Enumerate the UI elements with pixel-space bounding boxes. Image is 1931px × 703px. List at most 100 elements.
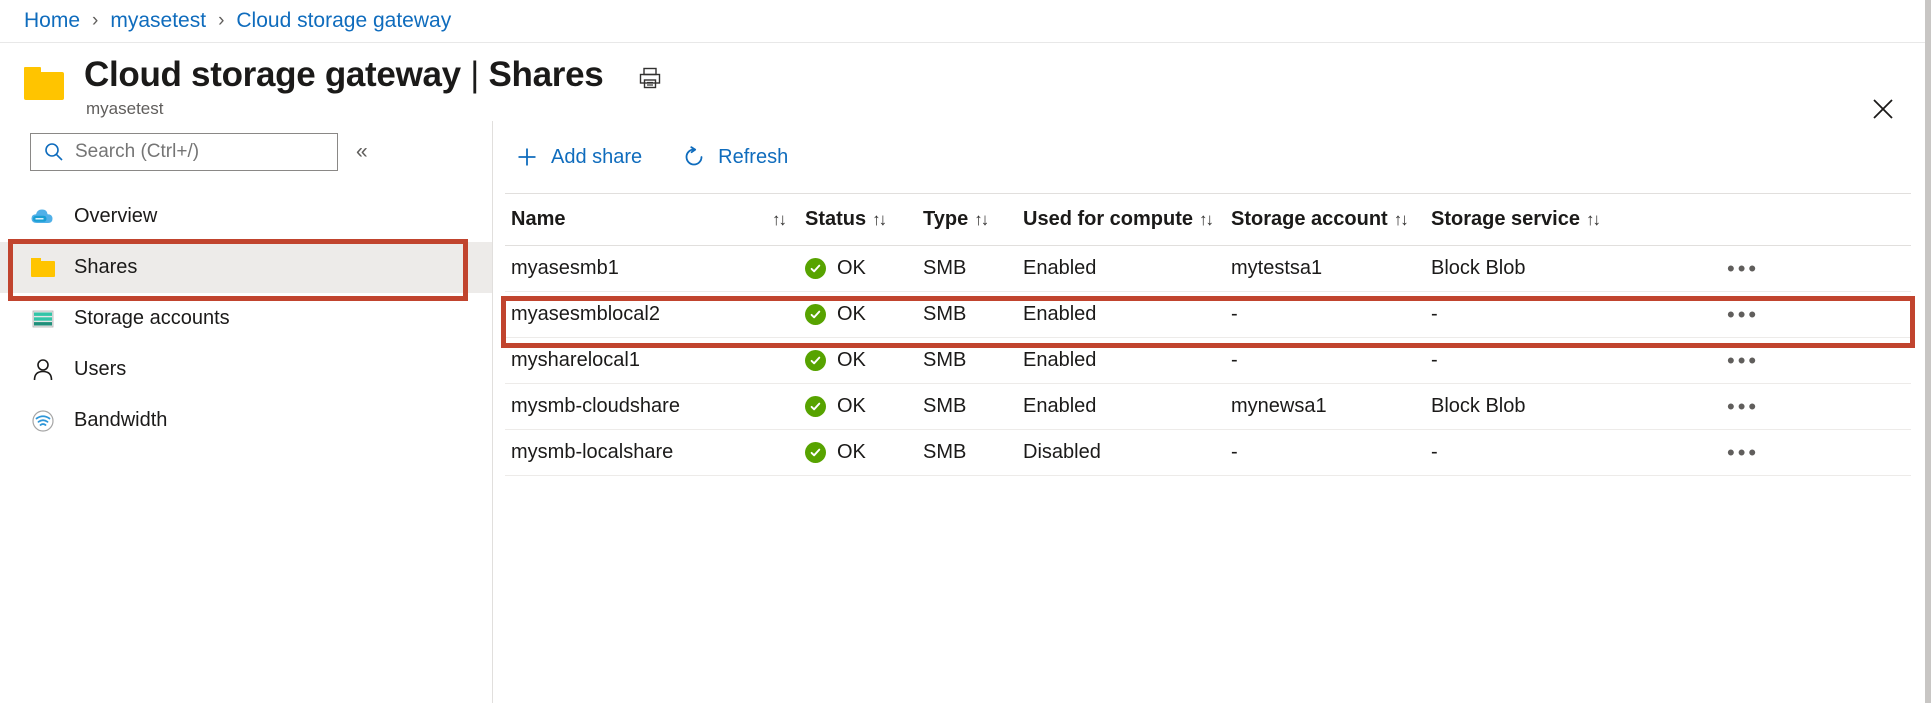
status-label: OK: [837, 303, 866, 326]
storage-account-icon: [30, 306, 56, 332]
column-header-storage-service[interactable]: Storage service ↑↓: [1431, 208, 1661, 231]
column-header-storage-account[interactable]: Storage account ↑↓: [1231, 208, 1431, 231]
cell-storage-account: mynewsa1: [1231, 395, 1431, 418]
sidebar-item-label: Overview: [74, 205, 157, 228]
check-circle-icon: [805, 442, 826, 463]
sidebar-item-label: Users: [74, 358, 126, 381]
sort-arrows-icon: ↑↓: [1199, 210, 1212, 230]
cell-name: mysmb-cloudshare: [505, 395, 805, 418]
sidebar-item-label: Storage accounts: [74, 307, 230, 330]
search-icon: [43, 141, 65, 163]
search-input[interactable]: [75, 141, 315, 163]
sidebar-item-users[interactable]: Users: [0, 344, 492, 395]
sidebar-item-bandwidth[interactable]: Bandwidth: [0, 395, 492, 446]
page-subtitle: myasetest: [86, 99, 663, 119]
cell-used-for-compute: Enabled: [1023, 349, 1231, 372]
column-header-name[interactable]: Name ↑↓: [505, 208, 805, 231]
refresh-label: Refresh: [718, 146, 788, 169]
cell-used-for-compute: Disabled: [1023, 441, 1231, 464]
cell-name: mysharelocal1: [505, 349, 805, 372]
column-header-label: Name: [511, 208, 565, 231]
content-pane: Add share Refresh Name ↑↓: [493, 121, 1931, 703]
check-circle-icon: [805, 304, 826, 325]
add-share-label: Add share: [551, 146, 642, 169]
status-label: OK: [837, 441, 866, 464]
cell-storage-service: Block Blob: [1431, 395, 1661, 418]
column-header-status[interactable]: Status ↑↓: [805, 208, 923, 231]
row-actions-menu-button[interactable]: •••: [1727, 310, 1759, 320]
cell-storage-account: mytestsa1: [1231, 257, 1431, 280]
column-header-type[interactable]: Type ↑↓: [923, 208, 1023, 231]
cell-name: myasesmblocal2: [505, 303, 805, 326]
cell-type: SMB: [923, 257, 1023, 280]
sidebar-item-label: Bandwidth: [74, 409, 167, 432]
cell-storage-service: Block Blob: [1431, 257, 1661, 280]
column-header-used-for-compute[interactable]: Used for compute ↑↓: [1023, 208, 1231, 231]
page-title-divider: |: [470, 55, 479, 94]
breadcrumb-item-myasetest[interactable]: myasetest: [110, 9, 206, 33]
table-row[interactable]: mysmb-localshare OK SMB Disabled - - •••: [505, 430, 1911, 476]
print-icon[interactable]: [637, 65, 663, 91]
page-header: Cloud storage gateway | Shares myasetest: [0, 43, 1931, 121]
row-actions-menu-button[interactable]: •••: [1727, 402, 1759, 412]
add-share-button[interactable]: Add share: [507, 139, 648, 175]
table-row[interactable]: myasesmb1 OK SMB Enabled mytestsa1 Block…: [505, 246, 1911, 292]
cell-used-for-compute: Enabled: [1023, 395, 1231, 418]
row-actions-menu-button[interactable]: •••: [1727, 356, 1759, 366]
column-header-label: Storage service: [1431, 208, 1580, 231]
sort-arrows-icon: ↑↓: [974, 210, 987, 230]
cell-storage-service: -: [1431, 303, 1661, 326]
page-title-section: Shares: [489, 55, 604, 94]
cell-type: SMB: [923, 303, 1023, 326]
cloud-icon: [30, 204, 56, 230]
sort-arrows-icon: ↑↓: [1586, 210, 1599, 230]
sidebar-item-overview[interactable]: Overview: [0, 191, 492, 242]
refresh-button[interactable]: Refresh: [674, 139, 794, 175]
breadcrumb-separator: ›: [92, 10, 98, 32]
cell-storage-service: -: [1431, 441, 1661, 464]
cell-status: OK: [805, 303, 923, 326]
cell-status: OK: [805, 441, 923, 464]
page-title-resource: Cloud storage gateway: [84, 55, 461, 94]
bandwidth-icon: [30, 408, 56, 434]
sort-arrows-icon: ↑↓: [1394, 210, 1407, 230]
sort-arrows-icon: ↑↓: [872, 210, 885, 230]
cell-name: myasesmb1: [505, 257, 805, 280]
sidebar-item-storage-accounts[interactable]: Storage accounts: [0, 293, 492, 344]
column-header-label: Type: [923, 208, 968, 231]
cell-type: SMB: [923, 349, 1023, 372]
sidebar-nav: Overview Shares Storage accounts: [0, 191, 492, 446]
status-label: OK: [837, 257, 866, 280]
column-header-label: Storage account: [1231, 208, 1388, 231]
status-label: OK: [837, 349, 866, 372]
table-row[interactable]: myasesmblocal2 OK SMB Enabled - - •••: [505, 292, 1911, 338]
column-header-label: Status: [805, 208, 866, 231]
check-circle-icon: [805, 258, 826, 279]
cell-type: SMB: [923, 441, 1023, 464]
table-header-row: Name ↑↓ Status ↑↓ Type ↑↓: [505, 194, 1911, 246]
row-actions-menu-button[interactable]: •••: [1727, 264, 1759, 274]
title-block: Cloud storage gateway | Shares myasetest: [84, 53, 663, 119]
table-row[interactable]: mysmb-cloudshare OK SMB Enabled mynewsa1…: [505, 384, 1911, 430]
plus-icon: [513, 143, 541, 171]
page-scrollbar[interactable]: [1925, 0, 1931, 703]
cell-storage-account: -: [1231, 303, 1431, 326]
cell-used-for-compute: Enabled: [1023, 303, 1231, 326]
sidebar-search-row: «: [0, 133, 492, 171]
row-actions-menu-button[interactable]: •••: [1727, 448, 1759, 458]
command-toolbar: Add share Refresh: [493, 133, 1931, 181]
check-circle-icon: [805, 396, 826, 417]
search-box[interactable]: [30, 133, 338, 171]
sidebar-collapse-button[interactable]: «: [356, 140, 368, 164]
table-row[interactable]: mysharelocal1 OK SMB Enabled - - •••: [505, 338, 1911, 384]
cell-storage-account: -: [1231, 349, 1431, 372]
check-circle-icon: [805, 350, 826, 371]
breadcrumb-item-home[interactable]: Home: [24, 9, 80, 33]
breadcrumb-separator: ›: [218, 10, 224, 32]
refresh-icon: [680, 143, 708, 171]
breadcrumb-item-cloud-storage-gateway[interactable]: Cloud storage gateway: [236, 9, 451, 33]
sidebar-item-shares[interactable]: Shares: [0, 242, 492, 293]
cell-storage-account: -: [1231, 441, 1431, 464]
folder-icon: [24, 67, 64, 100]
sidebar: « Overview Shares: [0, 121, 492, 703]
